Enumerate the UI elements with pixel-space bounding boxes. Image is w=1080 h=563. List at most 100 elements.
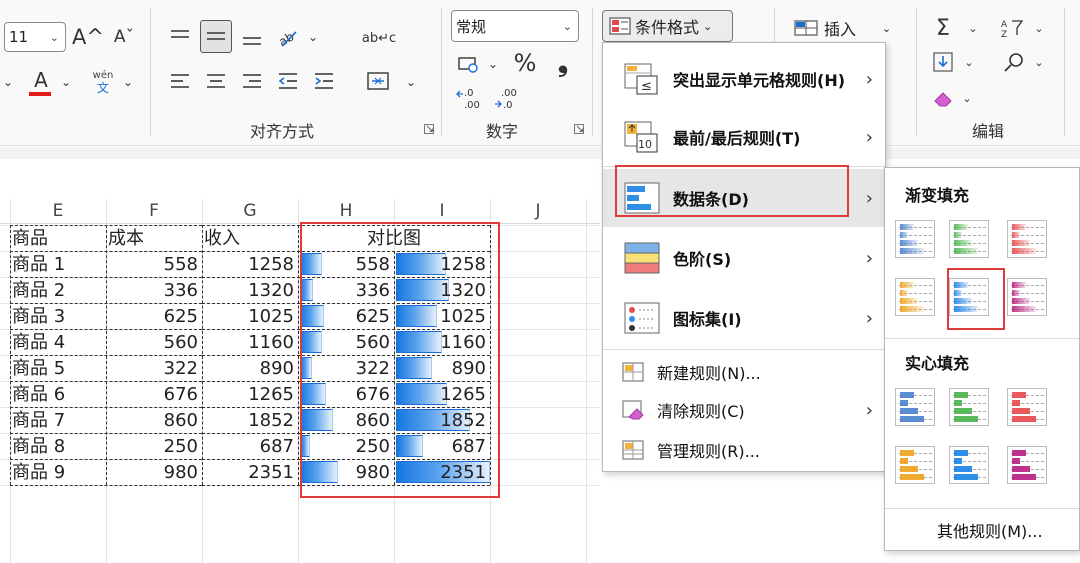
chevron-down-icon[interactable]: ⌄ xyxy=(486,50,500,78)
cell-name[interactable]: 商品 8 xyxy=(12,434,104,459)
column-header-H[interactable]: H xyxy=(298,199,394,224)
conditional-formatting-button[interactable]: 条件格式 ⌄ xyxy=(602,10,733,42)
menu-item-clear-rules[interactable]: 清除规则(C) › xyxy=(603,391,885,429)
menu-item-manage-rules[interactable]: 管理规则(R)... xyxy=(603,431,885,469)
accounting-format-button[interactable] xyxy=(454,50,482,78)
comma-button[interactable]: ❟ xyxy=(550,48,576,78)
menu-item-icon-sets[interactable]: 图标集(I) › xyxy=(603,289,885,347)
header-cell-cost[interactable]: 成本 xyxy=(108,226,200,251)
cell-cost[interactable]: 250 xyxy=(106,434,202,459)
cell-revenue[interactable]: 2351 xyxy=(202,460,298,485)
alignment-launcher-icon[interactable]: ↘ xyxy=(424,123,434,134)
cell-name[interactable]: 商品 7 xyxy=(12,408,104,433)
wrap-text-button[interactable]: ab↵c xyxy=(362,22,396,54)
increase-decimal-button[interactable]: .0.00 xyxy=(454,86,484,112)
cell-cost[interactable]: 860 xyxy=(106,408,202,433)
column-header-J[interactable]: J xyxy=(490,199,586,224)
align-bottom-button[interactable] xyxy=(238,22,266,52)
more-rules-item[interactable]: 其他规则(M)... xyxy=(937,518,1043,542)
cell-cost[interactable]: 676 xyxy=(106,382,202,407)
insert-button[interactable]: 插入 ⌄ xyxy=(794,14,891,42)
cell-revenue[interactable]: 1265 xyxy=(202,382,298,407)
menu-item-top-bottom-rules[interactable]: 10 最前/最后规则(T) › xyxy=(603,109,885,165)
menu-item-highlight-rules[interactable]: ≤ 突出显示单元格规则(H) › xyxy=(603,51,885,107)
chevron-down-icon[interactable]: ⌄ xyxy=(404,68,418,96)
chevron-down-icon[interactable]: ⌄ xyxy=(58,68,74,96)
decrease-decimal-icon: .00.0 xyxy=(495,88,517,111)
cell-revenue[interactable]: 687 xyxy=(202,434,298,459)
menu-item-new-rule[interactable]: 新建规则(N)... xyxy=(603,353,885,391)
clear-button[interactable] xyxy=(930,84,956,112)
menu-item-color-scales[interactable]: 色阶(S) › xyxy=(603,229,885,287)
gradient-fill-tile[interactable] xyxy=(895,278,935,316)
chevron-down-icon[interactable]: ⌄ xyxy=(120,68,136,96)
chevron-down-icon[interactable]: ⌄ xyxy=(0,68,16,96)
cell-name[interactable]: 商品 3 xyxy=(12,304,104,329)
phonetic-button[interactable]: wén 文 xyxy=(90,70,116,94)
svg-text:ab: ab xyxy=(276,29,296,48)
cell-name[interactable]: 商品 5 xyxy=(12,356,104,381)
column-header-I[interactable]: I xyxy=(394,199,490,224)
chevron-down-icon[interactable]: ⌄ xyxy=(962,48,976,76)
number-launcher-icon[interactable]: ↘ xyxy=(574,123,584,134)
cell-name[interactable]: 商品 2 xyxy=(12,278,104,303)
decrease-indent-button[interactable] xyxy=(274,66,302,96)
cell-revenue[interactable]: 890 xyxy=(202,356,298,381)
cell-revenue[interactable]: 1852 xyxy=(202,408,298,433)
cell-revenue[interactable]: 1320 xyxy=(202,278,298,303)
cell-name[interactable]: 商品 6 xyxy=(12,382,104,407)
cell-cost[interactable]: 980 xyxy=(106,460,202,485)
gradient-fill-tile[interactable] xyxy=(949,220,989,258)
fill-button[interactable] xyxy=(930,48,956,76)
autosum-button[interactable]: Σ xyxy=(930,14,956,42)
percent-button[interactable]: % xyxy=(510,48,540,78)
orientation-button[interactable]: ab xyxy=(274,22,302,52)
chevron-down-icon[interactable]: ⌄ xyxy=(960,84,974,112)
font-size-dropdown[interactable]: 11 ⌄ xyxy=(4,22,66,52)
sort-filter-button[interactable]: AZ xyxy=(998,14,1026,42)
cell-revenue[interactable]: 1258 xyxy=(202,252,298,277)
gradient-fill-tile[interactable] xyxy=(1007,278,1047,316)
increase-indent-button[interactable] xyxy=(310,66,338,96)
align-left-button[interactable] xyxy=(166,66,194,96)
column-header-G[interactable]: G xyxy=(202,199,298,224)
solid-fill-tile[interactable] xyxy=(1007,388,1047,426)
header-cell-revenue[interactable]: 收入 xyxy=(204,226,296,251)
column-header-F[interactable]: F xyxy=(106,199,202,224)
cell-revenue[interactable]: 1025 xyxy=(202,304,298,329)
align-middle-button[interactable] xyxy=(200,20,232,53)
find-select-button[interactable] xyxy=(1000,48,1028,76)
cell-revenue[interactable]: 1160 xyxy=(202,330,298,355)
decrease-decimal-button[interactable]: .00.0 xyxy=(492,86,522,112)
solid-fill-tile[interactable] xyxy=(949,446,989,484)
solid-fill-tile[interactable] xyxy=(895,388,935,426)
align-center-button[interactable] xyxy=(202,66,230,96)
cell-cost[interactable]: 336 xyxy=(106,278,202,303)
chevron-down-icon[interactable]: ⌄ xyxy=(306,22,320,52)
cell-cost[interactable]: 558 xyxy=(106,252,202,277)
cell-name[interactable]: 商品 1 xyxy=(12,252,104,277)
cell-name[interactable]: 商品 4 xyxy=(12,330,104,355)
chevron-down-icon[interactable]: ⌄ xyxy=(1032,48,1046,76)
solid-fill-tile[interactable] xyxy=(1007,446,1047,484)
tile-bar xyxy=(954,458,962,464)
chevron-down-icon[interactable]: ⌄ xyxy=(1032,14,1046,42)
chevron-down-icon[interactable]: ⌄ xyxy=(966,14,980,42)
gradient-fill-tile[interactable] xyxy=(1007,220,1047,258)
cell-name[interactable]: 商品 9 xyxy=(12,460,104,485)
column-header-E[interactable]: E xyxy=(10,199,106,224)
shrink-font-button[interactable]: Aˇ xyxy=(110,22,138,52)
cell-cost[interactable]: 322 xyxy=(106,356,202,381)
solid-fill-tile[interactable] xyxy=(895,446,935,484)
align-top-button[interactable] xyxy=(166,22,194,52)
number-format-dropdown[interactable]: 常规 ⌄ xyxy=(451,10,579,42)
cell-cost[interactable]: 625 xyxy=(106,304,202,329)
gradient-fill-tile[interactable] xyxy=(895,220,935,258)
font-color-button[interactable]: A xyxy=(28,66,54,94)
cell-cost[interactable]: 560 xyxy=(106,330,202,355)
merge-center-button[interactable] xyxy=(364,66,392,96)
grow-font-button[interactable]: A^ xyxy=(72,22,104,52)
header-cell-name[interactable]: 商品 xyxy=(12,226,104,251)
align-right-button[interactable] xyxy=(238,66,266,96)
solid-fill-tile[interactable] xyxy=(949,388,989,426)
